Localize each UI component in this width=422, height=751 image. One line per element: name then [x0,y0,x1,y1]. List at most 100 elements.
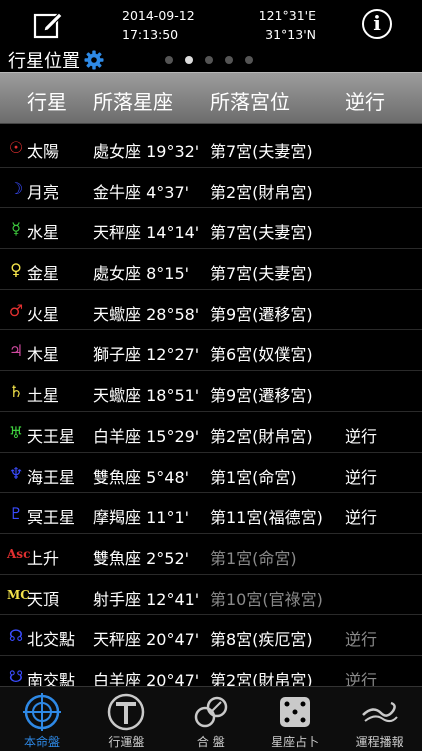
page-dot[interactable] [205,56,213,64]
house: 第7宮(夫妻宮) [210,142,313,161]
house: 第6宮(奴僕宮) [210,345,313,365]
planet-symbol-icon: ♄ [8,382,24,402]
zodiac-sign: 處女座 19°32' [93,142,200,161]
house: 第1宮(命宮) [210,467,297,487]
planet-symbol-icon: ☿ [11,219,21,239]
table-row[interactable]: ☽ 月亮 金牛座 4°37' 第2宮(財帛宮) [0,168,422,209]
retrograde: 逆行 [345,426,378,446]
planet-name: 金星 [27,264,60,284]
house: 第9宮(遷移宮) [210,386,313,406]
tab-label: 本命盤 [23,735,60,749]
planet-name: 北交點 [27,630,76,650]
planet-symbol-icon: ♀ [10,260,22,280]
tab-label: 運程播報 [355,735,404,749]
zodiac-sign: 雙魚座 5°48' [93,467,190,487]
table-row[interactable]: ♃ 木星 獅子座 12°27' 第6宮(奴僕宮) [0,330,422,372]
planet-symbol-icon: Asc [7,546,31,561]
zodiac-sign: 白羊座 15°29' [93,426,200,446]
coordinates: 121°31'E 31°13'N [259,6,316,44]
planet-name: 天頂 [27,589,60,609]
page-dot[interactable] [225,56,233,64]
tab-label: 星座占卜 [271,735,320,749]
planet-symbol-icon: ☉ [8,138,24,157]
house: 第2宮(財帛宮) [210,182,313,202]
header-sign: 所落星座 [93,90,173,114]
page-indicator[interactable] [165,56,253,64]
zodiac-sign: 雙魚座 2°52' [93,548,190,568]
house: 第2宮(財帛宮) [210,426,313,446]
header-retrograde: 逆行 [345,90,385,114]
planet-name: 上升 [27,548,60,568]
planet-symbol-icon: ♇ [8,504,24,524]
tab-natal-chart[interactable]: 本命盤 [0,687,84,751]
retrograde: 逆行 [345,630,378,650]
table-row[interactable]: MC 天頂 射手座 12°41' 第10宮(官祿宮) [0,575,422,616]
house: 第11宮(福德宮) [210,508,323,528]
planet-symbol-icon: ♂ [8,300,24,320]
table-row[interactable]: ☊ 北交點 天秤座 20°47' 第8宮(疾厄宮) 逆行 [0,615,422,656]
zodiac-sign: 獅子座 12°27' [93,345,200,365]
planet-name: 太陽 [27,142,60,161]
planet-name: 木星 [27,345,60,365]
table-row[interactable]: ☿ 水星 天秤座 14°14' 第7宮(夫妻宮) [0,208,422,250]
page-dot[interactable] [185,56,193,64]
zodiac-sign: 天蠍座 18°51' [93,386,200,406]
planet-symbol-icon: ☋ [8,666,24,686]
date-time: 2014-09-12 17:13:50 [122,6,195,44]
table-row[interactable]: ♂ 火星 天蠍座 28°58' 第9宮(遷移宮) [0,290,422,331]
zodiac-sign: 射手座 12°41' [93,589,200,609]
table-row[interactable]: ♇ 冥王星 摩羯座 11°1' 第11宮(福德宮) 逆行 [0,493,422,534]
table-row[interactable]: ♄ 土星 天蠍座 18°51' 第9宮(遷移宮) [0,371,422,412]
table-row[interactable]: ♀ 金星 處女座 8°15' 第7宮(夫妻宮) [0,249,422,290]
house: 第1宮(命宮) [210,548,297,568]
planet-symbol-icon: ☽ [8,178,24,198]
table-row[interactable]: ☉ 太陽 處女座 19°32' 第7宮(夫妻宮) [0,127,422,168]
planet-name: 月亮 [27,182,60,202]
latitude-text: 31°13'N [265,27,316,42]
planet-name: 土星 [27,386,60,406]
tab-transit-chart[interactable]: 行運盤 [84,687,168,751]
gear-icon[interactable] [84,50,104,70]
tab-synastry-chart[interactable]: 合 盤 [169,687,253,751]
table-header: 行星 所落星座 所落宮位 逆行 [0,72,422,124]
planet-name: 天王星 [27,426,76,446]
time-text: 17:13:50 [122,27,179,42]
zodiac-sign: 天秤座 20°47' [93,630,200,650]
tab-label: 合 盤 [196,735,225,749]
house: 第9宮(遷移宮) [210,304,313,324]
house: 第7宮(夫妻宮) [210,223,313,243]
planet-table: ☉ 太陽 處女座 19°32' 第7宮(夫妻宮) ☽ 月亮 金牛座 4°37' 第2宮(財帛宮… [0,127,422,697]
table-row[interactable]: ♅ 天王星 白羊座 15°29' 第2宮(財帛宮) 逆行 [0,412,422,453]
top-bar: 2014-09-12 17:13:50 121°31'E 31°13'N i [0,0,422,46]
tab-bar: 本命盤 行運盤 合 盤 星座占卜 運程播報 [0,686,422,751]
edit-icon[interactable] [33,9,63,39]
zodiac-sign: 處女座 8°15' [93,264,190,284]
subheader: 行星位置 [8,48,104,72]
tab-dice[interactable]: 星座占卜 [253,687,337,751]
section-title: 行星位置 [8,51,80,72]
table-row[interactable]: Asc 上升 雙魚座 2°52' 第1宮(命宮) [0,534,422,575]
house: 第10宮(官祿宮) [210,589,323,609]
page-dot[interactable] [245,56,253,64]
table-row[interactable]: ♆ 海王星 雙魚座 5°48' 第1宮(命宮) 逆行 [0,453,422,494]
tab-label: 行運盤 [108,735,145,749]
planet-symbol-icon: ♆ [8,463,24,483]
planet-name: 火星 [27,304,60,324]
planet-symbol-icon: ♅ [8,422,24,442]
planet-symbol-icon: MC [7,587,30,602]
date-text: 2014-09-12 [122,8,195,23]
zodiac-sign: 天蠍座 28°58' [93,304,200,324]
page-dot[interactable] [165,56,173,64]
house: 第8宮(疾厄宮) [210,630,313,650]
planet-name: 冥王星 [27,508,76,528]
zodiac-sign: 摩羯座 11°1' [93,508,190,528]
info-icon[interactable]: i [362,9,392,39]
tab-wind-swirl[interactable]: 運程播報 [338,687,422,751]
retrograde: 逆行 [345,467,378,487]
planet-symbol-icon: ☊ [8,626,24,646]
zodiac-sign: 金牛座 4°37' [93,182,190,202]
zodiac-sign: 天秤座 14°14' [93,223,200,243]
longitude-text: 121°31'E [258,8,316,23]
header-house: 所落宮位 [210,90,290,114]
header-planet: 行星 [27,90,67,114]
